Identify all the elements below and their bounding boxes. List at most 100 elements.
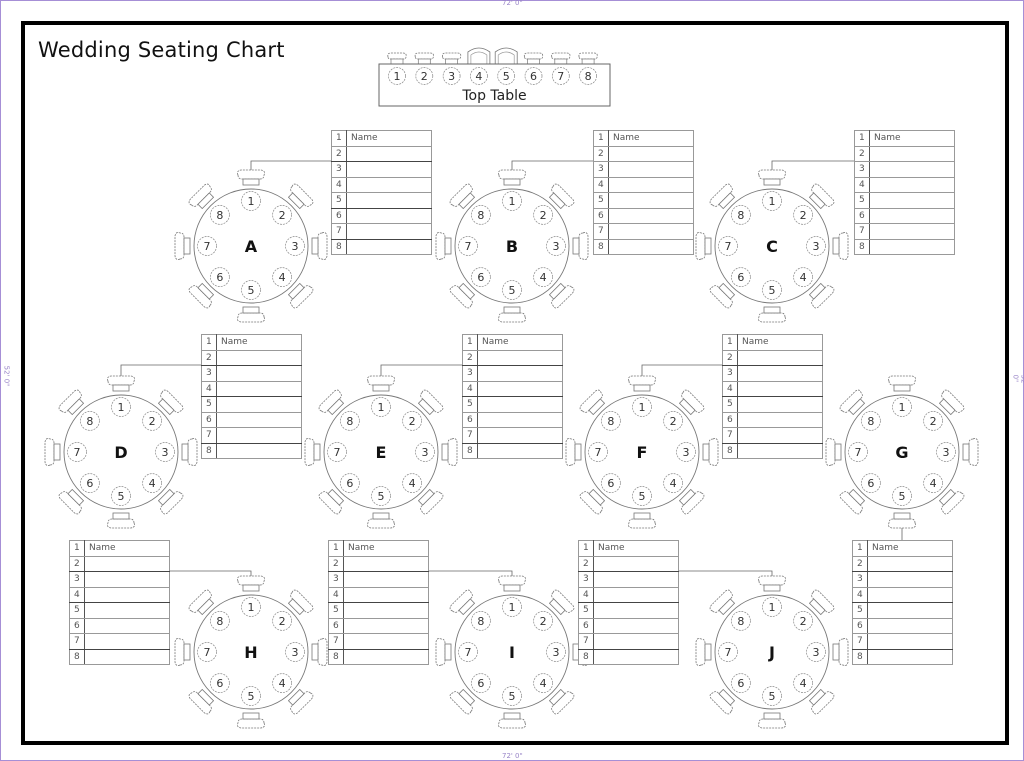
chair-icon[interactable] (237, 306, 265, 323)
seat-7[interactable]: 7 (458, 236, 478, 256)
seat-3[interactable]: 3 (936, 442, 956, 462)
seat-7[interactable]: 7 (848, 442, 868, 462)
seat-5[interactable]: 5 (241, 280, 261, 300)
top-table-seat[interactable]: 7 (551, 67, 570, 85)
guest-name-cell[interactable] (593, 555, 679, 572)
seat-4[interactable]: 4 (533, 673, 553, 693)
seat-6[interactable]: 6 (731, 673, 751, 693)
seat-2[interactable]: 2 (533, 611, 553, 631)
seat-7[interactable]: 7 (718, 236, 738, 256)
top-table-chair-icon[interactable] (387, 52, 407, 65)
guest-name-cell[interactable] (867, 555, 953, 572)
chair-icon[interactable] (498, 169, 526, 186)
guest-name-cell[interactable] (346, 192, 432, 209)
guest-name-cell[interactable] (346, 238, 432, 255)
chair-icon[interactable] (174, 638, 191, 666)
guest-name-cell[interactable] (608, 145, 694, 162)
guest-name-cell[interactable] (737, 365, 823, 382)
seat-2[interactable]: 2 (533, 205, 553, 225)
top-table-chair-icon[interactable] (523, 52, 544, 65)
round-table-i[interactable]: 1 2 3 4 5 6 7 8 I (435, 575, 589, 729)
seat-5[interactable]: 5 (502, 686, 522, 706)
guest-name-cell[interactable] (477, 349, 563, 366)
seat-7[interactable]: 7 (458, 642, 478, 662)
guest-name-cell[interactable] (869, 238, 955, 255)
top-table[interactable]: 1 2 3 4 5 6 7 8 Top Table (378, 47, 611, 107)
round-table-f[interactable]: 1 2 3 4 5 6 7 8 F (565, 375, 719, 529)
guest-name-cell[interactable] (593, 648, 679, 665)
seat-8[interactable]: 8 (601, 411, 621, 431)
chair-icon[interactable] (367, 375, 395, 392)
round-table-b[interactable]: 1 2 3 4 5 6 7 8 B (435, 169, 589, 323)
guest-name-cell[interactable] (608, 238, 694, 255)
chair-icon[interactable] (237, 575, 265, 592)
seat-4[interactable]: 4 (402, 473, 422, 493)
guest-name-cell[interactable] (346, 223, 432, 240)
guest-name-cell[interactable] (593, 602, 679, 619)
seat-7[interactable]: 7 (67, 442, 87, 462)
chair-icon[interactable] (758, 169, 786, 186)
seat-7[interactable]: 7 (588, 442, 608, 462)
seat-2[interactable]: 2 (402, 411, 422, 431)
guest-name-cell[interactable] (737, 396, 823, 413)
seat-2[interactable]: 2 (923, 411, 943, 431)
guest-name-cell[interactable]: Name (737, 334, 823, 351)
chair-icon[interactable] (44, 438, 61, 466)
seat-6[interactable]: 6 (471, 673, 491, 693)
guest-name-cell[interactable] (84, 648, 170, 665)
guest-name-cell[interactable] (346, 176, 432, 193)
guest-name-cell[interactable] (346, 161, 432, 178)
seat-4[interactable]: 4 (272, 267, 292, 287)
chair-icon[interactable] (565, 438, 582, 466)
seat-2[interactable]: 2 (142, 411, 162, 431)
guest-name-cell[interactable]: Name (346, 130, 432, 147)
guest-name-cell[interactable] (346, 145, 432, 162)
chair-icon[interactable] (888, 512, 916, 529)
guest-name-cell[interactable] (593, 617, 679, 634)
top-table-chair-icon[interactable] (578, 52, 598, 65)
chair-icon[interactable] (962, 438, 979, 466)
guest-name-cell[interactable] (477, 365, 563, 382)
seat-4[interactable]: 4 (793, 267, 813, 287)
guest-name-cell[interactable] (216, 396, 302, 413)
seat-1[interactable]: 1 (241, 597, 261, 617)
seat-1[interactable]: 1 (892, 397, 912, 417)
guest-name-cell[interactable]: Name (477, 334, 563, 351)
top-table-seat[interactable]: 2 (415, 67, 434, 85)
seat-3[interactable]: 3 (806, 236, 826, 256)
guest-name-cell[interactable] (608, 161, 694, 178)
seat-8[interactable]: 8 (731, 205, 751, 225)
seat-3[interactable]: 3 (155, 442, 175, 462)
chair-icon[interactable] (174, 232, 191, 260)
seat-3[interactable]: 3 (546, 236, 566, 256)
seat-4[interactable]: 4 (533, 267, 553, 287)
seat-5[interactable]: 5 (241, 686, 261, 706)
seat-3[interactable]: 3 (285, 642, 305, 662)
top-table-seat[interactable]: 1 (388, 67, 406, 85)
top-table-seat[interactable]: 6 (524, 67, 543, 85)
guest-name-cell[interactable] (343, 555, 429, 572)
guest-name-cell[interactable] (343, 648, 429, 665)
chair-icon[interactable] (695, 638, 712, 666)
guest-name-cell[interactable] (84, 555, 170, 572)
guest-name-cell[interactable] (216, 442, 302, 459)
seat-1[interactable]: 1 (762, 191, 782, 211)
chair-icon[interactable] (435, 638, 452, 666)
seat-8[interactable]: 8 (210, 205, 230, 225)
guest-name-cell[interactable] (608, 223, 694, 240)
guest-name-cell[interactable] (477, 396, 563, 413)
seat-6[interactable]: 6 (861, 473, 881, 493)
guest-name-cell[interactable]: Name (216, 334, 302, 351)
guest-name-cell[interactable] (343, 602, 429, 619)
seat-2[interactable]: 2 (272, 611, 292, 631)
seat-5[interactable]: 5 (632, 486, 652, 506)
guest-name-cell[interactable] (869, 176, 955, 193)
guest-name-cell[interactable] (608, 192, 694, 209)
guest-name-cell[interactable] (343, 633, 429, 650)
guest-name-cell[interactable] (84, 571, 170, 588)
seat-1[interactable]: 1 (762, 597, 782, 617)
chair-icon[interactable] (832, 232, 849, 260)
guest-name-cell[interactable] (867, 633, 953, 650)
guest-name-cell[interactable] (84, 586, 170, 603)
seat-8[interactable]: 8 (471, 611, 491, 631)
